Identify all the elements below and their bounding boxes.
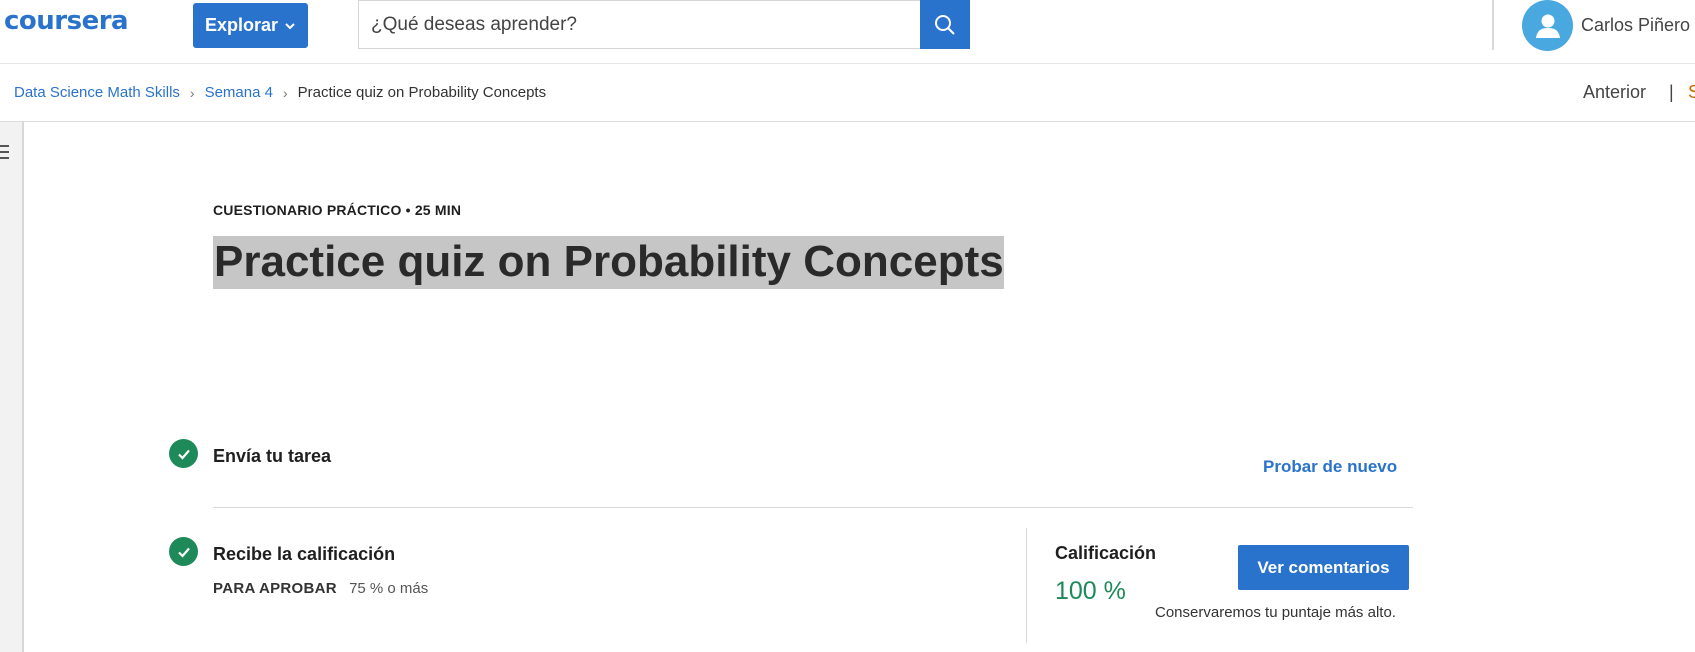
- chevron-down-icon: [285, 22, 295, 29]
- nav-separator: |: [1669, 82, 1674, 102]
- chevron-right-icon: ›: [282, 84, 288, 101]
- breadcrumb-week-link[interactable]: Semana 4: [205, 84, 273, 101]
- explore-button-label: Explorar: [204, 15, 279, 35]
- coursera-logo[interactable]: coursera: [4, 6, 129, 36]
- menu-icon[interactable]: [0, 145, 10, 163]
- pass-label: PARA APROBAR: [213, 580, 337, 597]
- user-name[interactable]: Carlos Piñero: [1581, 15, 1690, 36]
- chevron-right-icon: ›: [189, 84, 195, 101]
- try-again-link[interactable]: Probar de nuevo: [1263, 457, 1397, 477]
- divider: [213, 507, 1413, 508]
- breadcrumb-bar: Data Science Math Skills › Semana 4 › Pr…: [0, 64, 1695, 122]
- collapsed-sidebar: [0, 122, 24, 652]
- next-link[interactable]: S: [1688, 82, 1695, 103]
- grade-label: Calificación: [1055, 543, 1157, 563]
- explore-button[interactable]: Explorar: [193, 3, 308, 48]
- pass-value: 75 % o más: [349, 580, 429, 597]
- item-type-label: CUESTIONARIO PRÁCTICO • 25 MIN: [213, 202, 462, 218]
- step-submit-title: Envía tu tarea: [213, 446, 332, 466]
- search-icon: [935, 14, 955, 35]
- view-feedback-button[interactable]: Ver comentarios: [1238, 545, 1409, 590]
- grade-value: 100 %: [1055, 577, 1126, 605]
- highest-score-note: Conservaremos tu puntaje más alto.: [1155, 604, 1396, 621]
- check-icon: [169, 439, 198, 468]
- page-title: Practice quiz on Probability Concepts: [213, 236, 1004, 289]
- breadcrumb-current: Practice quiz on Probability Concepts: [297, 84, 547, 101]
- breadcrumb: Data Science Math Skills › Semana 4 › Pr…: [14, 84, 546, 101]
- search-field: [358, 0, 921, 49]
- avatar[interactable]: [1522, 0, 1573, 51]
- vertical-divider: [1026, 528, 1027, 643]
- top-header: coursera Explorar Carlos Piñero: [0, 0, 1695, 64]
- previous-link[interactable]: Anterior: [1583, 82, 1646, 103]
- search-button[interactable]: [920, 0, 970, 49]
- breadcrumb-course-link[interactable]: Data Science Math Skills: [14, 84, 180, 101]
- search-input[interactable]: [359, 1, 921, 48]
- header-divider: [1492, 0, 1494, 50]
- passing-requirement: PARA APROBAR 75 % o más: [213, 580, 428, 597]
- check-icon: [169, 537, 198, 566]
- user-icon: [1535, 14, 1560, 38]
- step-grade-title: Recibe la calificación: [213, 544, 396, 564]
